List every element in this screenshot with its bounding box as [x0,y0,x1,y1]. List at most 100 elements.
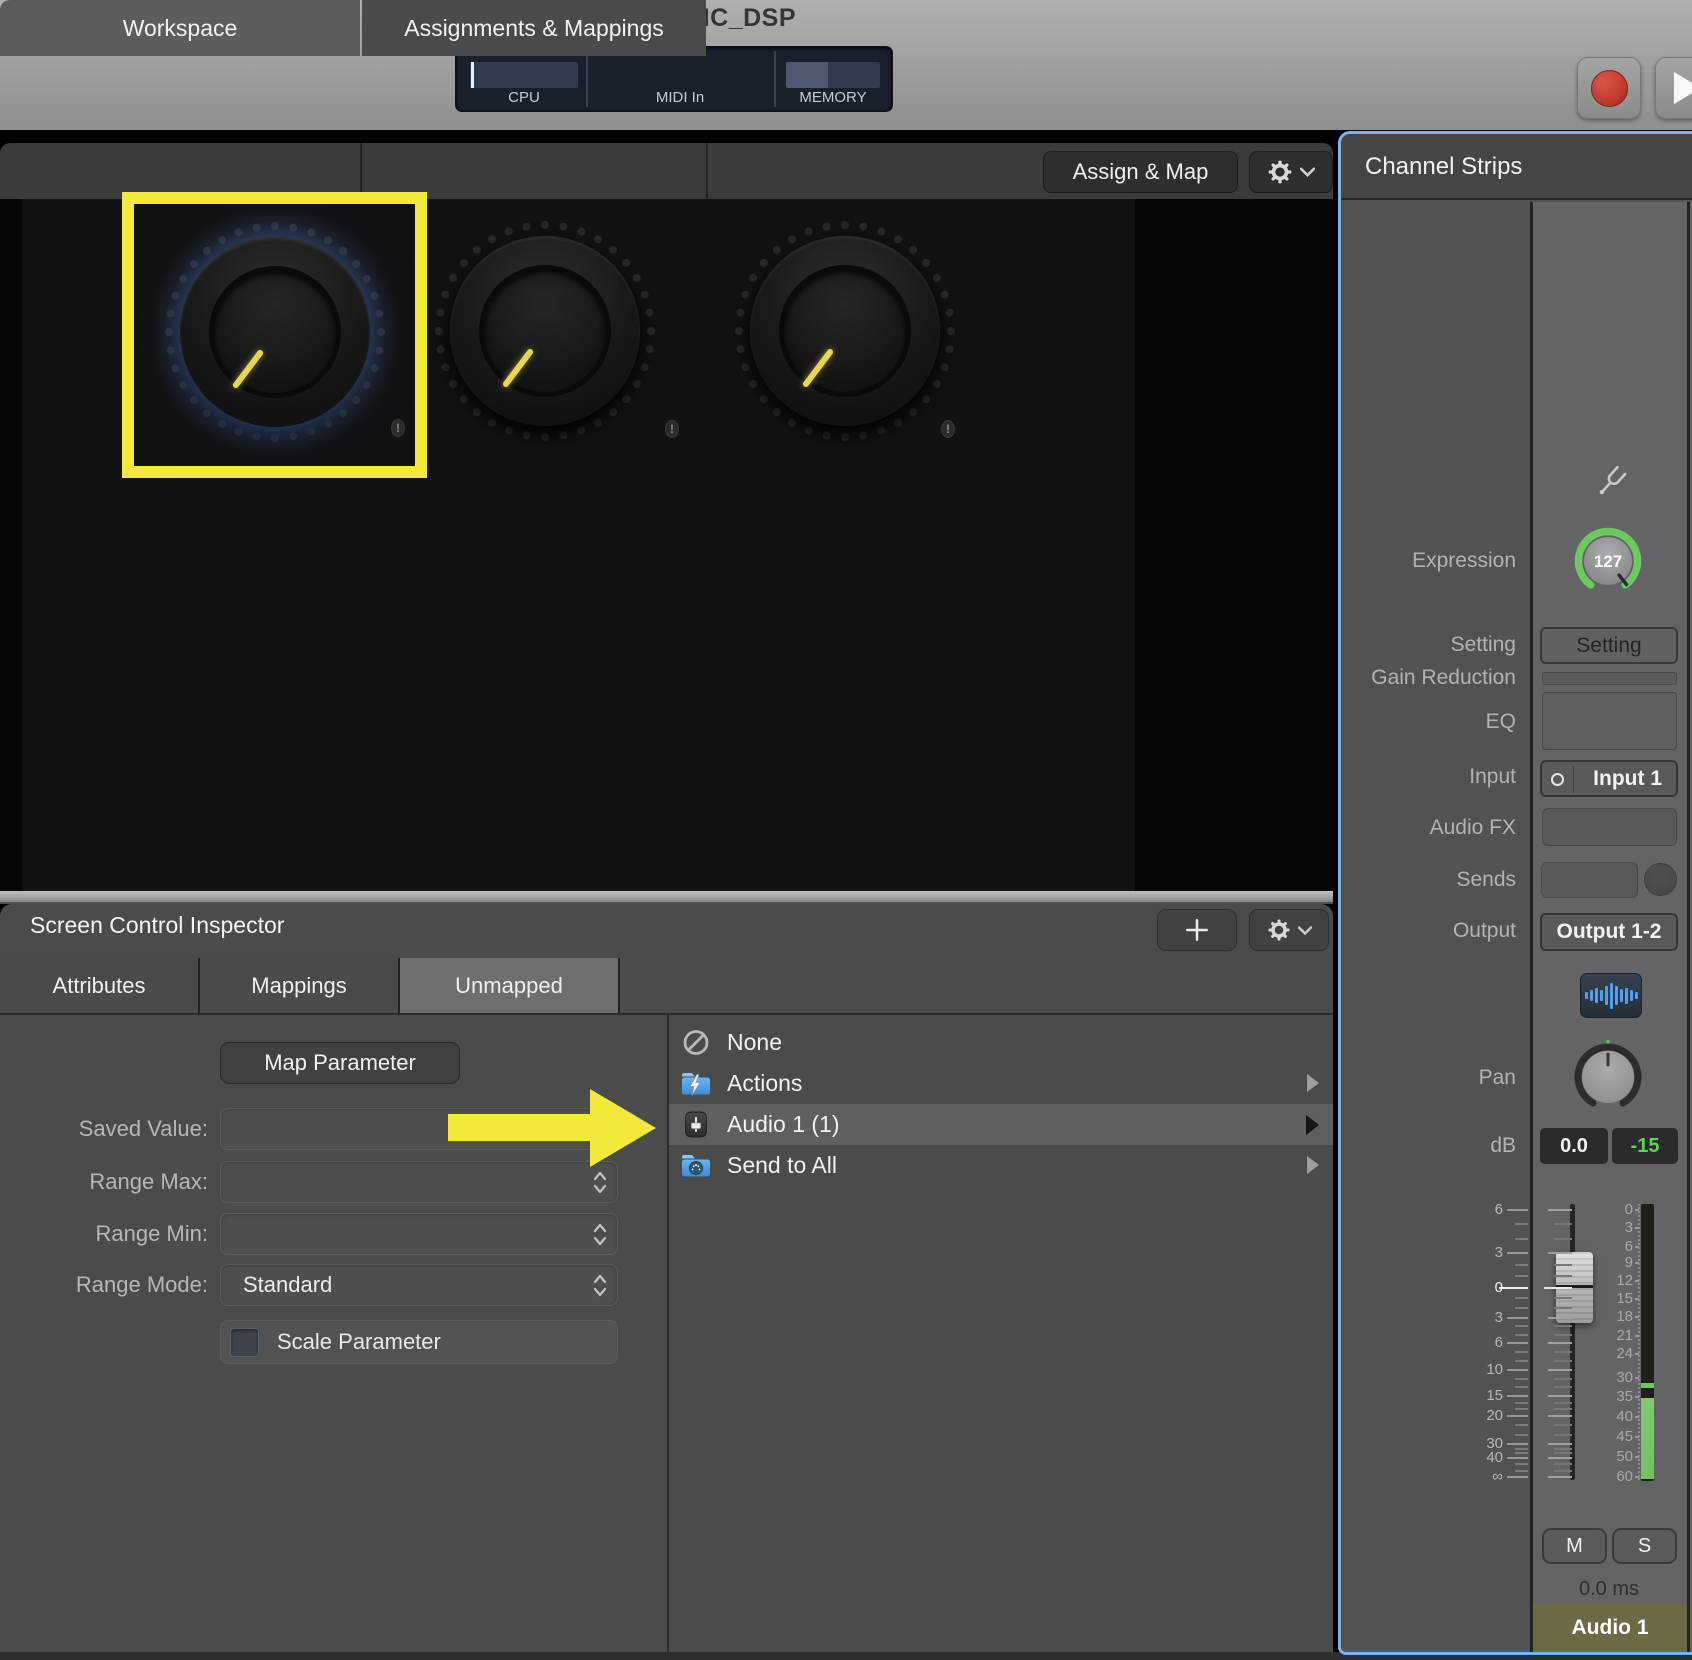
fader-minor-tick [1515,1424,1528,1426]
inspector-tab-mappings[interactable]: Mappings [200,958,398,1013]
menu-item-audio-1-1[interactable]: Audio 1 (1) [669,1104,1333,1145]
fader-track-minor-tick [1554,1424,1572,1426]
pan-knob[interactable] [1570,1039,1646,1115]
fader-track-minor-tick [1554,1275,1572,1277]
peak-db-value[interactable]: -15 [1612,1128,1678,1164]
waveform-icon-button[interactable] [1580,973,1642,1018]
fader-minor-tick [1515,1223,1528,1225]
menu-item-send-to-all[interactable]: Send to All [669,1145,1333,1186]
fader-track-tick [1548,1342,1572,1344]
latency-value: 0.0 ms [1540,1578,1678,1601]
level-meter-peak [1641,1383,1654,1388]
tab-divider [706,143,708,199]
pane-splitter[interactable] [0,891,1333,904]
fader-minor-tick [1515,1307,1528,1309]
fader-track-tick [1548,1476,1572,1478]
menu-item-actions[interactable]: Actions [669,1063,1333,1104]
fader-scale-tick [1507,1369,1528,1371]
fader-track-minor-tick [1554,1448,1572,1450]
tab-assignments-mappings[interactable]: Assignments & Mappings [362,0,706,56]
fader-minor-tick [1515,1452,1528,1454]
logic-controller-assignments-window: yourname_MUGIC_DSP CPU MIDI In MEMORY Wo… [0,0,1692,1660]
inspector-tab-unmapped[interactable]: Unmapped [400,958,618,1013]
memory-label: MEMORY [774,89,892,106]
meter-scale-tick [1635,1262,1639,1264]
fader-track-tick [1548,1252,1572,1254]
eq-display-slot[interactable] [1542,692,1677,750]
fader-minor-tick [1515,1408,1528,1410]
menu-item-label: Audio 1 (1) [727,1104,840,1145]
meter-scale-value: 21 [1589,1326,1633,1346]
screen-control-knob-2[interactable] [430,216,660,446]
fader-minor-tick [1515,1386,1528,1388]
volume-db-value[interactable]: 0.0 [1540,1128,1608,1164]
output-button[interactable]: Output 1-2 [1540,913,1678,951]
fader-minor-tick [1515,1297,1528,1299]
fader-minor-tick [1515,1334,1528,1336]
fader-track-minor-tick [1554,1408,1572,1410]
setting-button[interactable]: Setting [1540,627,1678,664]
setting-label: Setting [1341,632,1516,658]
tuning-fork-icon[interactable] [1595,464,1627,500]
range-max-field[interactable] [220,1161,618,1203]
play-button[interactable] [1655,57,1692,119]
input-label: Input [1341,764,1516,790]
workspace-gear-menu-button[interactable] [1249,151,1333,193]
play-icon [1674,72,1692,104]
screen-control-knob-3[interactable] [730,216,960,446]
sends-slot[interactable] [1541,862,1638,898]
map-parameter-button[interactable]: Map Parameter [220,1042,460,1084]
fader-scale-value: 3 [1459,1308,1503,1328]
inspector-gear-menu-button[interactable] [1249,909,1329,951]
menu-item-none[interactable]: None [669,1022,1333,1063]
level-meter [1641,1204,1654,1481]
solo-button[interactable]: S [1612,1528,1677,1564]
fader-scale-value: 3 [1459,1243,1503,1263]
audio-fx-label: Audio FX [1341,815,1516,841]
cpu-label: CPU [470,89,578,106]
input-button[interactable]: Input 1 [1540,760,1678,797]
tab-workspace[interactable]: Workspace [0,0,360,56]
meter-scale-value: 9 [1589,1253,1633,1273]
track-name[interactable]: Audio 1 [1533,1604,1687,1652]
mute-button[interactable]: M [1542,1528,1607,1564]
scale-parameter-row[interactable]: Scale Parameter [220,1320,618,1364]
channel-strips-title: Channel Strips [1365,134,1522,200]
stepper-icon[interactable] [591,1169,609,1197]
assign-map-button[interactable]: Assign & Map [1043,151,1238,193]
cpu-meter-level [471,62,474,88]
expression-knob[interactable]: 127 [1569,522,1647,600]
channel-fader-icon [681,1110,711,1139]
fader-track-minor-tick [1554,1378,1572,1380]
send-level-knob[interactable] [1644,863,1677,896]
stepper-icon[interactable] [591,1272,609,1300]
audio-fx-slot[interactable] [1542,808,1677,846]
record-button[interactable] [1577,57,1641,119]
meter-scale-value: 35 [1589,1387,1633,1407]
meter-scale-value: 18 [1589,1307,1633,1327]
meter-scale-tick [1635,1436,1639,1438]
scale-parameter-checkbox[interactable] [230,1328,259,1357]
plus-icon [1184,917,1210,943]
fader-track-tick [1548,1209,1572,1211]
range-min-field[interactable] [220,1213,618,1255]
output-label: Output [1341,918,1516,944]
meter-scale-tick [1635,1396,1639,1398]
annotation-highlight-rect [122,192,427,478]
range-min-label: Range Min: [0,1213,208,1255]
add-assignment-button[interactable] [1157,909,1237,951]
range-mode-field[interactable]: Standard [220,1264,618,1306]
gear-icon [1267,159,1293,185]
meter-scale-tick [1635,1456,1639,1458]
fader-track-tick [1548,1369,1572,1371]
fader-scale-tick [1507,1457,1528,1459]
inspector-tab-attributes[interactable]: Attributes [0,958,198,1013]
memory-meter [786,62,880,88]
knob-face [779,265,911,397]
fader-minor-tick [1515,1275,1528,1277]
stepper-icon[interactable] [591,1221,609,1249]
warning-badge: ! [665,420,679,438]
fader-track-tick [1548,1457,1572,1459]
fader-scale-tick [1507,1443,1528,1445]
prohibition-icon [681,1028,711,1057]
